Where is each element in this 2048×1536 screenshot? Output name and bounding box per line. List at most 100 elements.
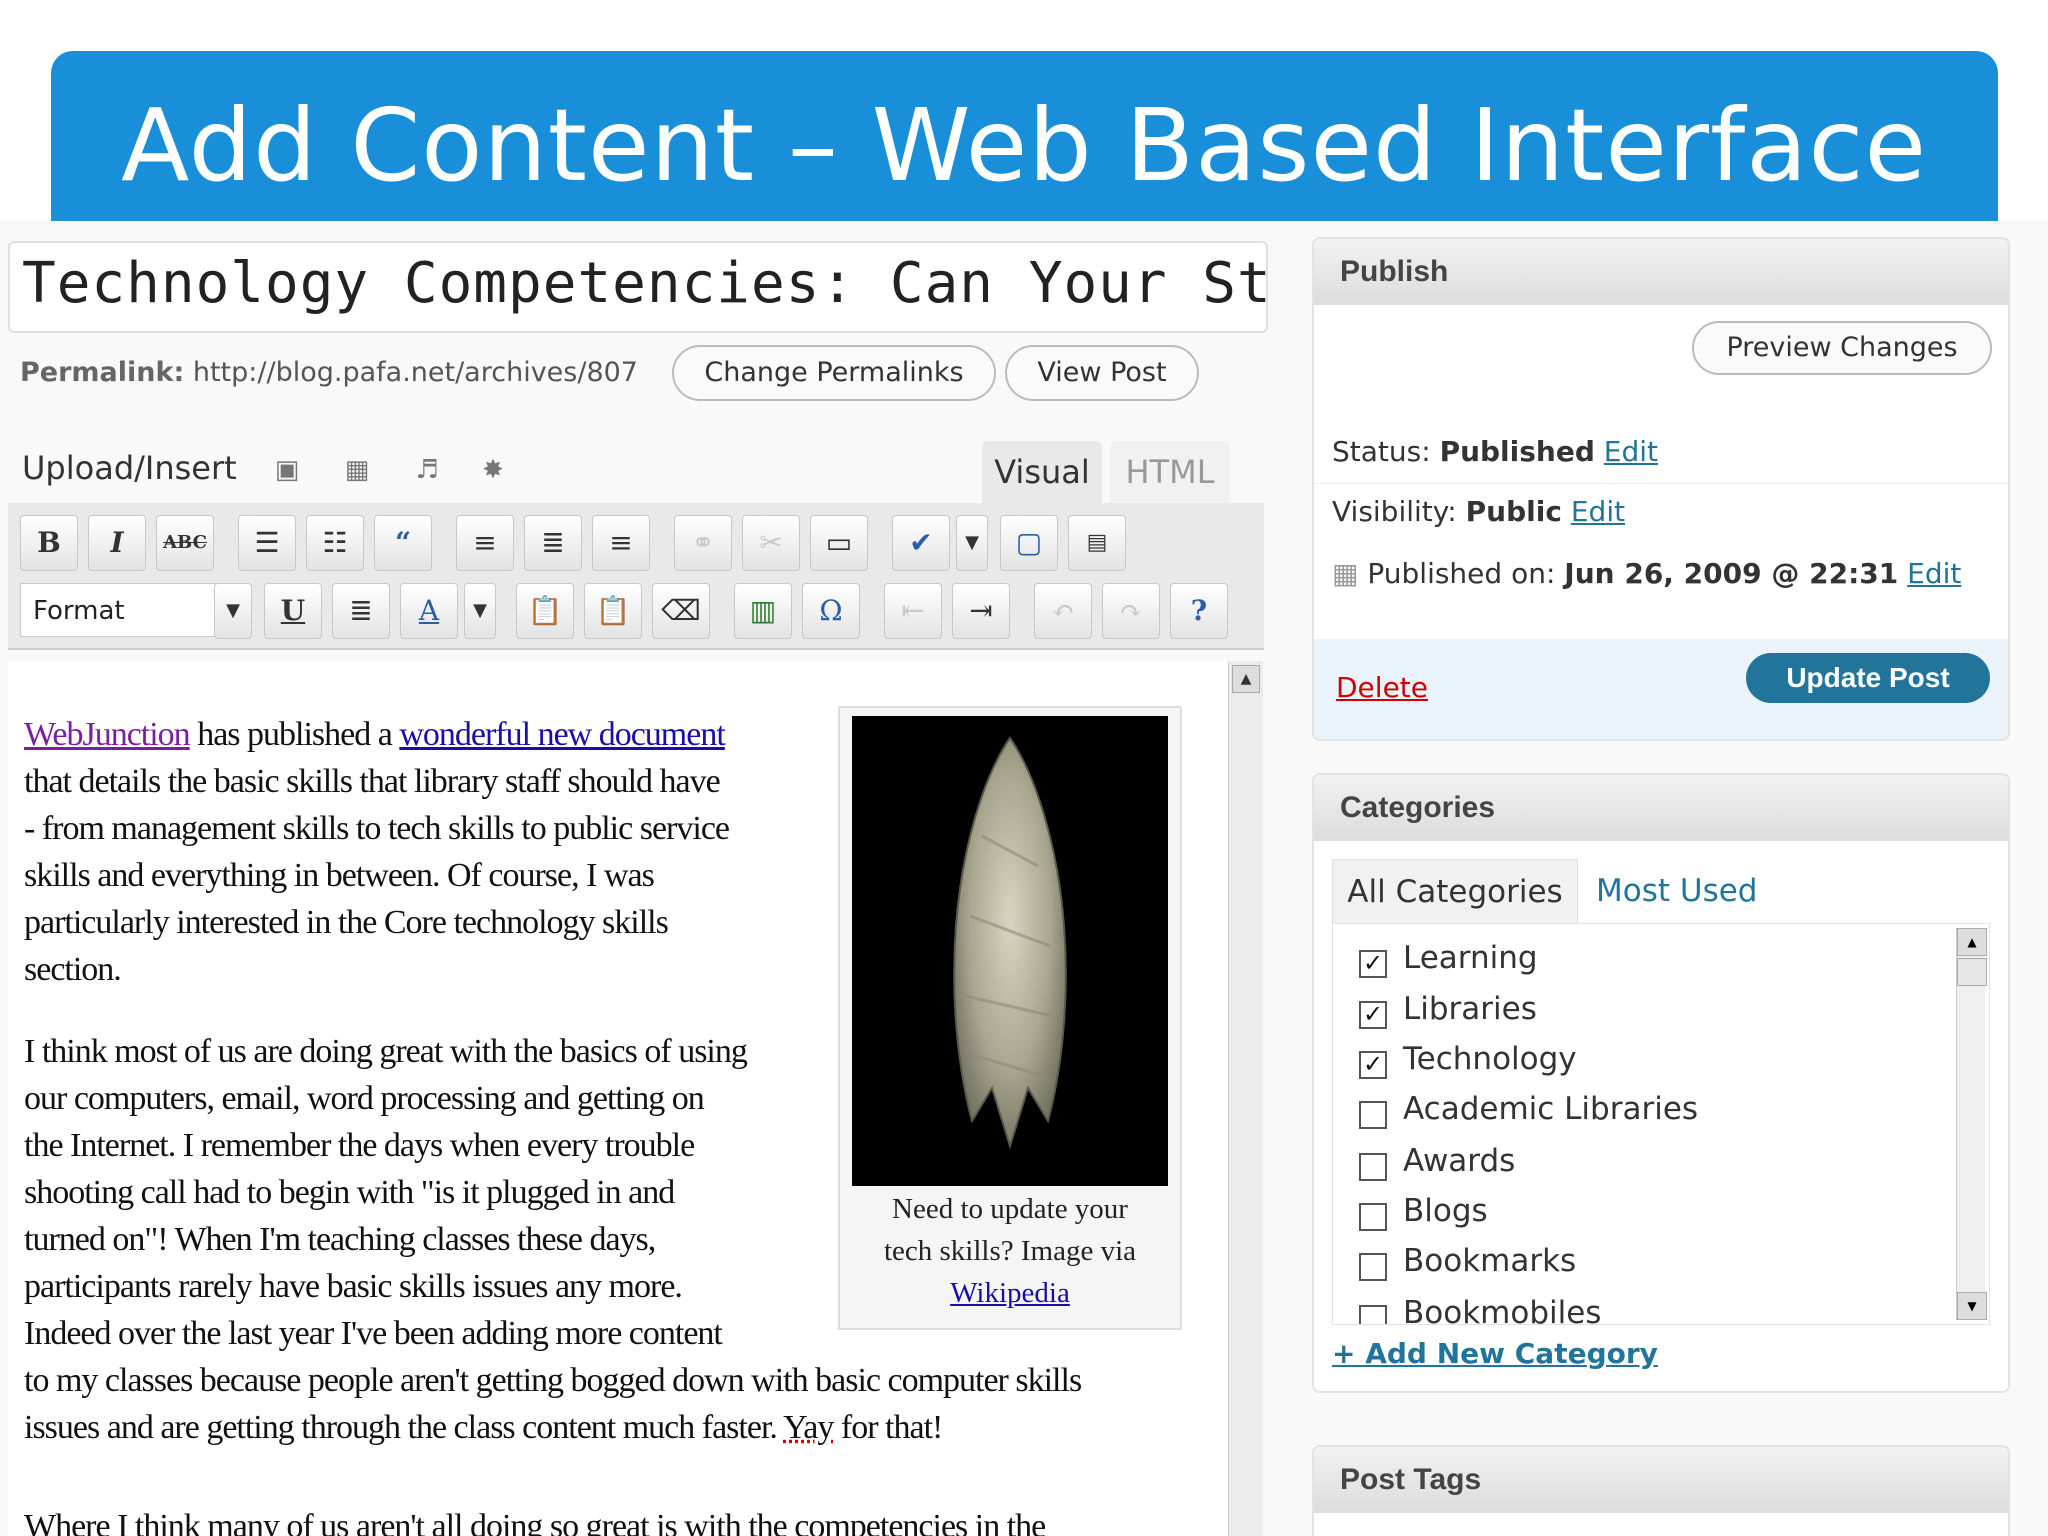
webjunction-link[interactable]: WebJunction [24, 716, 191, 753]
align-left-icon[interactable]: ≡ [456, 515, 514, 571]
bullet-list-icon[interactable]: ☰ [238, 515, 296, 571]
category-checkbox[interactable]: ✓ [1359, 1051, 1387, 1079]
paragraph-line: Where I think many of us aren't all doin… [24, 1508, 1046, 1536]
category-label: Learning [1403, 940, 1538, 976]
post-tags-heading: Post Tags [1314, 1447, 2008, 1513]
upload-insert-label: Upload/Insert [22, 449, 237, 487]
scroll-thumb[interactable] [1957, 958, 1987, 986]
post-title-field[interactable]: Technology Competencies: Can Your Staff … [8, 241, 1268, 333]
editor-scrollbar[interactable]: ▲ [1228, 661, 1263, 1536]
spellcheck-icon[interactable]: ✔ [892, 515, 950, 571]
special-character-icon[interactable]: Ω [802, 583, 860, 639]
calendar-icon: ▦ [1332, 557, 1359, 590]
category-label: Awards [1403, 1143, 1516, 1179]
underline-button[interactable]: U [264, 583, 322, 639]
date-edit-link[interactable]: Edit [1907, 557, 1961, 590]
document-link[interactable]: wonderful new document [399, 716, 725, 753]
status-row: Status: Published Edit [1332, 435, 1658, 468]
arrowhead-graphic [953, 736, 1067, 1150]
wordpress-editor-screenshot: Technology Competencies: Can Your Staff … [0, 221, 2048, 1536]
scroll-down-arrow-icon[interactable]: ▼ [1957, 1292, 1987, 1320]
editor-toolbar: B I ABC ☰ ☷ “ ≡ ≣ ≡ ⚭ ✂ ▭ ✔ ▼ ▢ ▤ Format… [8, 503, 1264, 650]
spellcheck-dropdown-icon[interactable]: ▼ [956, 515, 988, 571]
delete-link[interactable]: Delete [1336, 671, 1428, 704]
status-edit-link[interactable]: Edit [1604, 435, 1658, 468]
paragraph-line: that details the basic skills that libra… [24, 763, 721, 800]
image-caption-box[interactable]: Need to update your tech skills? Image v… [838, 706, 1182, 1330]
tab-html[interactable]: HTML [1110, 441, 1230, 503]
category-checkbox[interactable] [1359, 1203, 1387, 1231]
arrowhead-image[interactable] [852, 716, 1168, 1186]
add-image-icon[interactable]: ▣ [272, 457, 302, 483]
visibility-value: Public [1465, 495, 1562, 528]
add-audio-icon[interactable]: ♬ [412, 457, 442, 483]
post-tags-box: Post Tags [1312, 1445, 2010, 1536]
format-dropdown-icon[interactable]: ▼ [214, 583, 252, 639]
category-checkbox[interactable]: ✓ [1359, 1001, 1387, 1029]
add-video-icon[interactable]: ▦ [342, 457, 372, 483]
remove-format-icon[interactable]: ⌫ [652, 583, 710, 639]
tab-all-categories[interactable]: All Categories [1332, 859, 1578, 924]
insert-more-icon[interactable]: ▭ [810, 515, 868, 571]
text-color-dropdown-icon[interactable]: ▼ [464, 583, 496, 639]
help-icon[interactable]: ? [1170, 583, 1228, 639]
unlink-icon[interactable]: ✂ [742, 515, 800, 571]
category-checklist: ✓ Learning ✓ Libraries ✓ Technology Acad… [1332, 923, 1990, 1325]
category-label: Bookmarks [1403, 1243, 1577, 1279]
update-post-button[interactable]: Update Post [1746, 653, 1990, 703]
category-checkbox[interactable] [1359, 1305, 1387, 1324]
categories-box: Categories All Categories Most Used ✓ Le… [1312, 773, 2010, 1393]
redo-icon[interactable]: ↷ [1102, 583, 1160, 639]
category-checkbox[interactable]: ✓ [1359, 950, 1387, 978]
wikipedia-link[interactable]: Wikipedia [840, 1272, 1180, 1314]
published-on-value: Jun 26, 2009 @ 22:31 [1564, 557, 1899, 590]
scroll-up-arrow-icon[interactable]: ▲ [1232, 665, 1260, 693]
change-permalinks-button[interactable]: Change Permalinks [672, 345, 996, 401]
category-scrollbar[interactable]: ▲ ▼ [1956, 928, 1987, 1320]
tab-most-used[interactable]: Most Used [1596, 859, 1757, 923]
misspelled-word: Yay [783, 1409, 834, 1446]
insert-link-icon[interactable]: ⚭ [674, 515, 732, 571]
insert-media-icon[interactable]: ▥ [734, 583, 792, 639]
add-media-icon[interactable]: ✸ [478, 457, 508, 483]
justify-icon[interactable]: ≣ [332, 583, 390, 639]
category-checkbox[interactable] [1359, 1101, 1387, 1129]
paragraph-line: for that! [833, 1409, 943, 1446]
paragraph-text: has published a [189, 716, 400, 753]
indent-icon[interactable]: ⇥ [952, 583, 1010, 639]
published-on-label: Published on: [1367, 557, 1556, 590]
paste-word-icon[interactable]: 📋 [584, 583, 642, 639]
align-right-icon[interactable]: ≡ [592, 515, 650, 571]
add-new-category-link[interactable]: + Add New Category [1332, 1337, 1658, 1370]
paragraph-line: skills and everything in between. Of cou… [24, 857, 655, 894]
undo-icon[interactable]: ↶ [1034, 583, 1092, 639]
paste-text-icon[interactable]: 📋 [516, 583, 574, 639]
numbered-list-icon[interactable]: ☷ [306, 515, 364, 571]
outdent-icon[interactable]: ⇤ [884, 583, 942, 639]
bold-button[interactable]: B [20, 515, 78, 571]
category-checkbox[interactable] [1359, 1153, 1387, 1181]
visibility-edit-link[interactable]: Edit [1571, 495, 1625, 528]
slide-title: Add Content – Web Based Interface [121, 87, 1927, 204]
category-checkbox[interactable] [1359, 1253, 1387, 1281]
paragraph-line: to my classes because people aren't gett… [24, 1362, 1082, 1399]
view-post-button[interactable]: View Post [1005, 345, 1199, 401]
image-caption: Need to update your tech skills? Image v… [840, 1188, 1180, 1314]
permalink-row: Permalink: http://blog.pafa.net/archives… [20, 357, 638, 388]
preview-changes-button[interactable]: Preview Changes [1692, 321, 1992, 375]
blockquote-icon[interactable]: “ [374, 515, 432, 571]
paragraph-line: - from management skills to tech skills … [24, 810, 730, 847]
scroll-up-arrow-icon[interactable]: ▲ [1957, 928, 1987, 956]
align-center-icon[interactable]: ≣ [524, 515, 582, 571]
strikethrough-button[interactable]: ABC [156, 515, 214, 571]
visibility-label: Visibility: [1332, 495, 1457, 528]
paragraph-3: Where I think many of us aren't all doin… [24, 1503, 1046, 1536]
italic-button[interactable]: I [88, 515, 146, 571]
categories-heading: Categories [1314, 775, 2008, 841]
tab-visual[interactable]: Visual [982, 441, 1102, 503]
status-value: Published [1439, 435, 1595, 468]
kitchen-sink-icon[interactable]: ▤ [1068, 515, 1126, 571]
text-color-icon[interactable]: A [400, 583, 458, 639]
publish-box: Publish Preview Changes Status: Publishe… [1312, 237, 2010, 741]
fullscreen-icon[interactable]: ▢ [1000, 515, 1058, 571]
